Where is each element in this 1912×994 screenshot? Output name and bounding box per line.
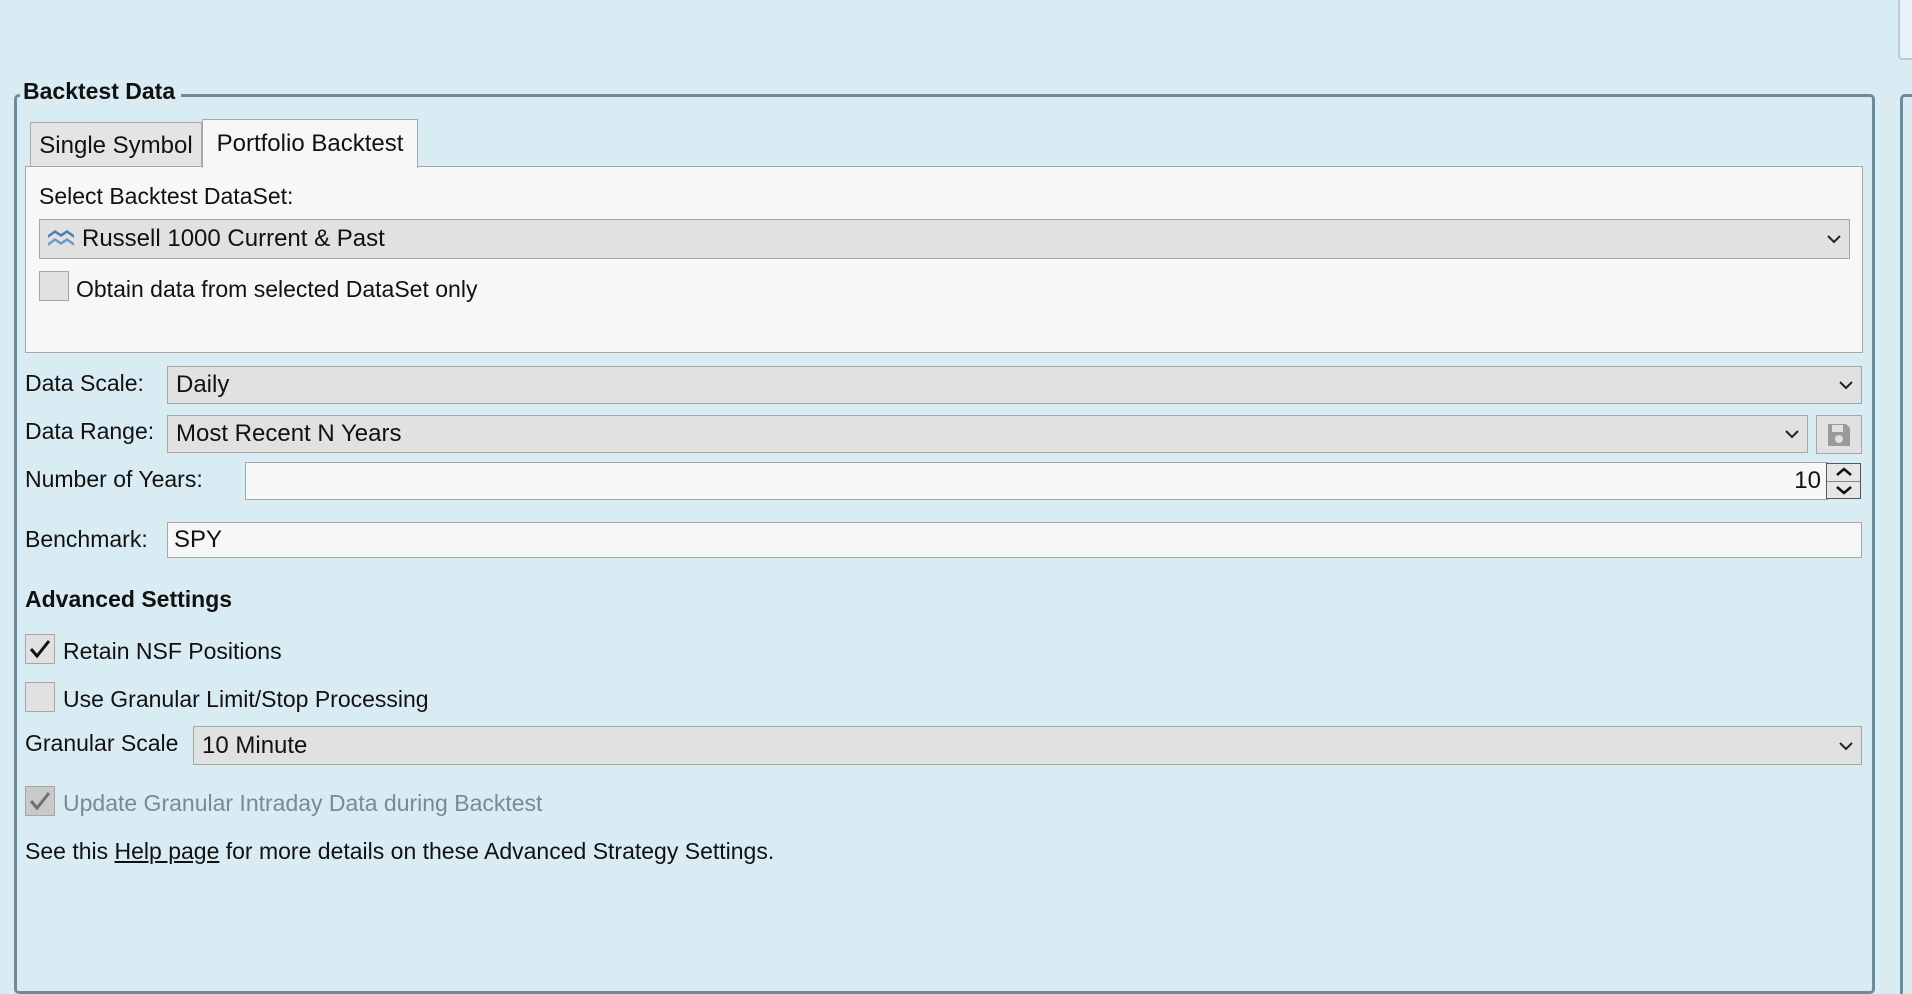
benchmark-label: Benchmark: [25,526,148,552]
data-range-select[interactable]: Most Recent N Years [167,415,1808,453]
save-range-button[interactable] [1816,415,1862,454]
advanced-settings-title: Advanced Settings [25,586,233,612]
portfolio-backtest-panel [25,166,1863,353]
save-icon [1826,422,1852,448]
stepper-down-icon[interactable] [1827,480,1860,499]
years-stepper[interactable] [1826,463,1861,499]
group-title: Backtest Data [20,74,182,108]
help-text: See this Help page for more details on t… [25,836,774,866]
years-input[interactable]: 10 [245,462,1828,500]
granular-processing-checkbox[interactable] [25,682,55,712]
data-scale-select[interactable]: Daily [167,366,1862,404]
adjacent-group-box-edge [1900,94,1912,994]
granular-scale-select[interactable]: 10 Minute [193,726,1862,765]
granular-scale-label: Granular Scale [25,730,179,756]
granular-processing-label: Use Granular Limit/Stop Processing [63,686,429,712]
data-range-label: Data Range: [25,418,155,444]
chevron-down-icon [1831,380,1861,390]
dataset-label: Select Backtest DataSet: [39,183,294,209]
update-intraday-label: Update Granular Intraday Data during Bac… [63,790,543,816]
data-range-value: Most Recent N Years [176,420,402,447]
granular-scale-value: 10 Minute [202,731,308,759]
stepper-up-icon[interactable] [1827,464,1860,481]
adjacent-panel-edge [1898,0,1912,60]
benchmark-input[interactable]: SPY [167,522,1862,558]
dataset-icon [40,226,76,252]
help-page-link[interactable]: Help page [115,838,220,864]
help-suffix: for more details on these Advanced Strat… [219,838,775,864]
data-scale-value: Daily [176,371,230,398]
dataset-select[interactable]: Russell 1000 Current & Past [39,219,1850,259]
dataset-selected-value: Russell 1000 Current & Past [82,225,385,252]
chevron-down-icon [1819,234,1849,244]
chevron-down-icon [1777,429,1807,439]
chevron-down-icon [1831,741,1861,751]
years-label: Number of Years: [25,466,203,492]
retain-nsf-label: Retain NSF Positions [63,638,282,664]
dataset-only-label: Obtain data from selected DataSet only [76,276,478,302]
data-scale-label: Data Scale: [25,370,144,396]
checkmark-icon [29,639,51,659]
update-intraday-checkbox[interactable] [25,786,55,816]
tab-portfolio-backtest[interactable]: Portfolio Backtest [202,119,418,168]
tab-single-symbol[interactable]: Single Symbol [30,122,202,168]
dataset-only-checkbox[interactable] [39,271,69,301]
help-prefix: See this [25,838,115,864]
checkmark-icon [29,791,51,811]
retain-nsf-checkbox[interactable] [25,634,55,664]
